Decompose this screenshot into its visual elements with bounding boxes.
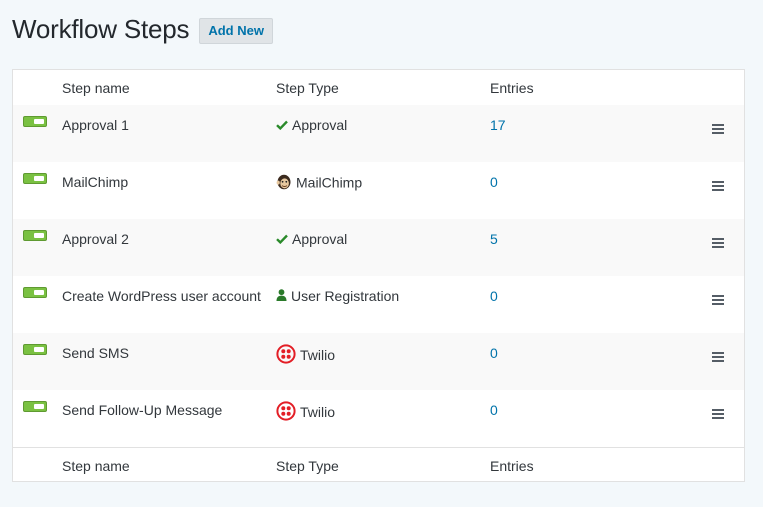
column-footer-entries[interactable]: Entries — [490, 458, 534, 474]
step-active-toggle[interactable] — [23, 230, 47, 241]
entries-link[interactable]: 5 — [490, 231, 498, 247]
entries-count: 0 — [490, 402, 498, 418]
drag-handle-icon[interactable] — [712, 295, 724, 307]
step-active-toggle[interactable] — [23, 344, 47, 355]
step-name: Send SMS — [62, 345, 129, 361]
drag-handle-icon[interactable] — [712, 181, 724, 193]
step-type-label: Twilio — [300, 404, 336, 421]
column-header-step-name[interactable]: Step name — [62, 80, 130, 96]
step-type: Twilio — [276, 344, 336, 368]
entries-count: 0 — [490, 174, 498, 190]
step-active-toggle[interactable] — [23, 116, 47, 127]
drag-handle-icon[interactable] — [712, 409, 724, 421]
step-active-toggle[interactable] — [23, 287, 47, 298]
checkmark-icon — [276, 117, 288, 133]
table-row: Create WordPress user account User Regis… — [13, 276, 744, 333]
step-type-label: User Registration — [291, 288, 400, 304]
entries-link[interactable]: 0 — [490, 345, 498, 361]
step-name: Create WordPress user account — [62, 288, 261, 304]
twilio-icon — [276, 401, 296, 424]
user-icon — [276, 288, 287, 304]
checkmark-icon — [276, 231, 288, 247]
drag-handle-icon[interactable] — [712, 352, 724, 364]
step-active-toggle[interactable] — [23, 173, 47, 184]
entries-link[interactable]: 0 — [490, 402, 498, 418]
table-header-row: Step name Step Type Entries — [13, 70, 744, 106]
step-type: Approval — [276, 117, 347, 134]
step-name: Send Follow-Up Message — [62, 402, 223, 418]
add-new-button[interactable]: Add New — [199, 17, 273, 44]
step-type: Twilio — [276, 401, 336, 425]
step-type-label: Approval — [292, 117, 348, 133]
step-type-label: MailChimp — [296, 174, 363, 191]
step-type-label: Twilio — [300, 347, 336, 364]
column-footer-step-type[interactable]: Step Type — [276, 458, 339, 474]
entries-count: 0 — [490, 288, 498, 304]
step-type: MailChimp — [276, 174, 362, 194]
step-type: User Registration — [276, 288, 399, 305]
table-row: Send SMS Twilio 0 — [13, 333, 744, 390]
step-type-label: Approval — [292, 231, 348, 247]
step-type: Approval — [276, 231, 347, 248]
entries-count: 17 — [490, 117, 506, 133]
workflow-steps-table: Step name Step Type Entries Approval 1 A… — [12, 69, 745, 482]
table-row: Approval 2 Approval 5 — [13, 219, 744, 276]
column-header-step-type[interactable]: Step Type — [276, 80, 339, 96]
entries-count: 5 — [490, 231, 498, 247]
step-name: Approval 1 — [62, 117, 129, 133]
page-header: Workflow Steps Add New — [12, 14, 273, 45]
table-row: MailChimp MailChimp 0 — [13, 162, 744, 219]
drag-handle-icon[interactable] — [712, 238, 724, 250]
mailchimp-icon — [276, 173, 292, 193]
twilio-icon — [276, 344, 296, 367]
step-active-toggle[interactable] — [23, 401, 47, 412]
page-title: Workflow Steps — [12, 14, 190, 44]
drag-handle-icon[interactable] — [712, 124, 724, 136]
entries-count: 0 — [490, 345, 498, 361]
column-header-entries[interactable]: Entries — [490, 80, 534, 96]
step-name: MailChimp — [62, 174, 129, 190]
step-name: Approval 2 — [62, 231, 129, 247]
table-row: Approval 1 Approval 17 — [13, 105, 744, 162]
column-footer-step-name[interactable]: Step name — [62, 458, 130, 474]
table-footer-row: Step name Step Type Entries — [13, 447, 744, 483]
table-row: Send Follow-Up Message Twilio 0 — [13, 390, 744, 447]
entries-link[interactable]: 17 — [490, 117, 506, 133]
entries-link[interactable]: 0 — [490, 174, 498, 190]
entries-link[interactable]: 0 — [490, 288, 498, 304]
